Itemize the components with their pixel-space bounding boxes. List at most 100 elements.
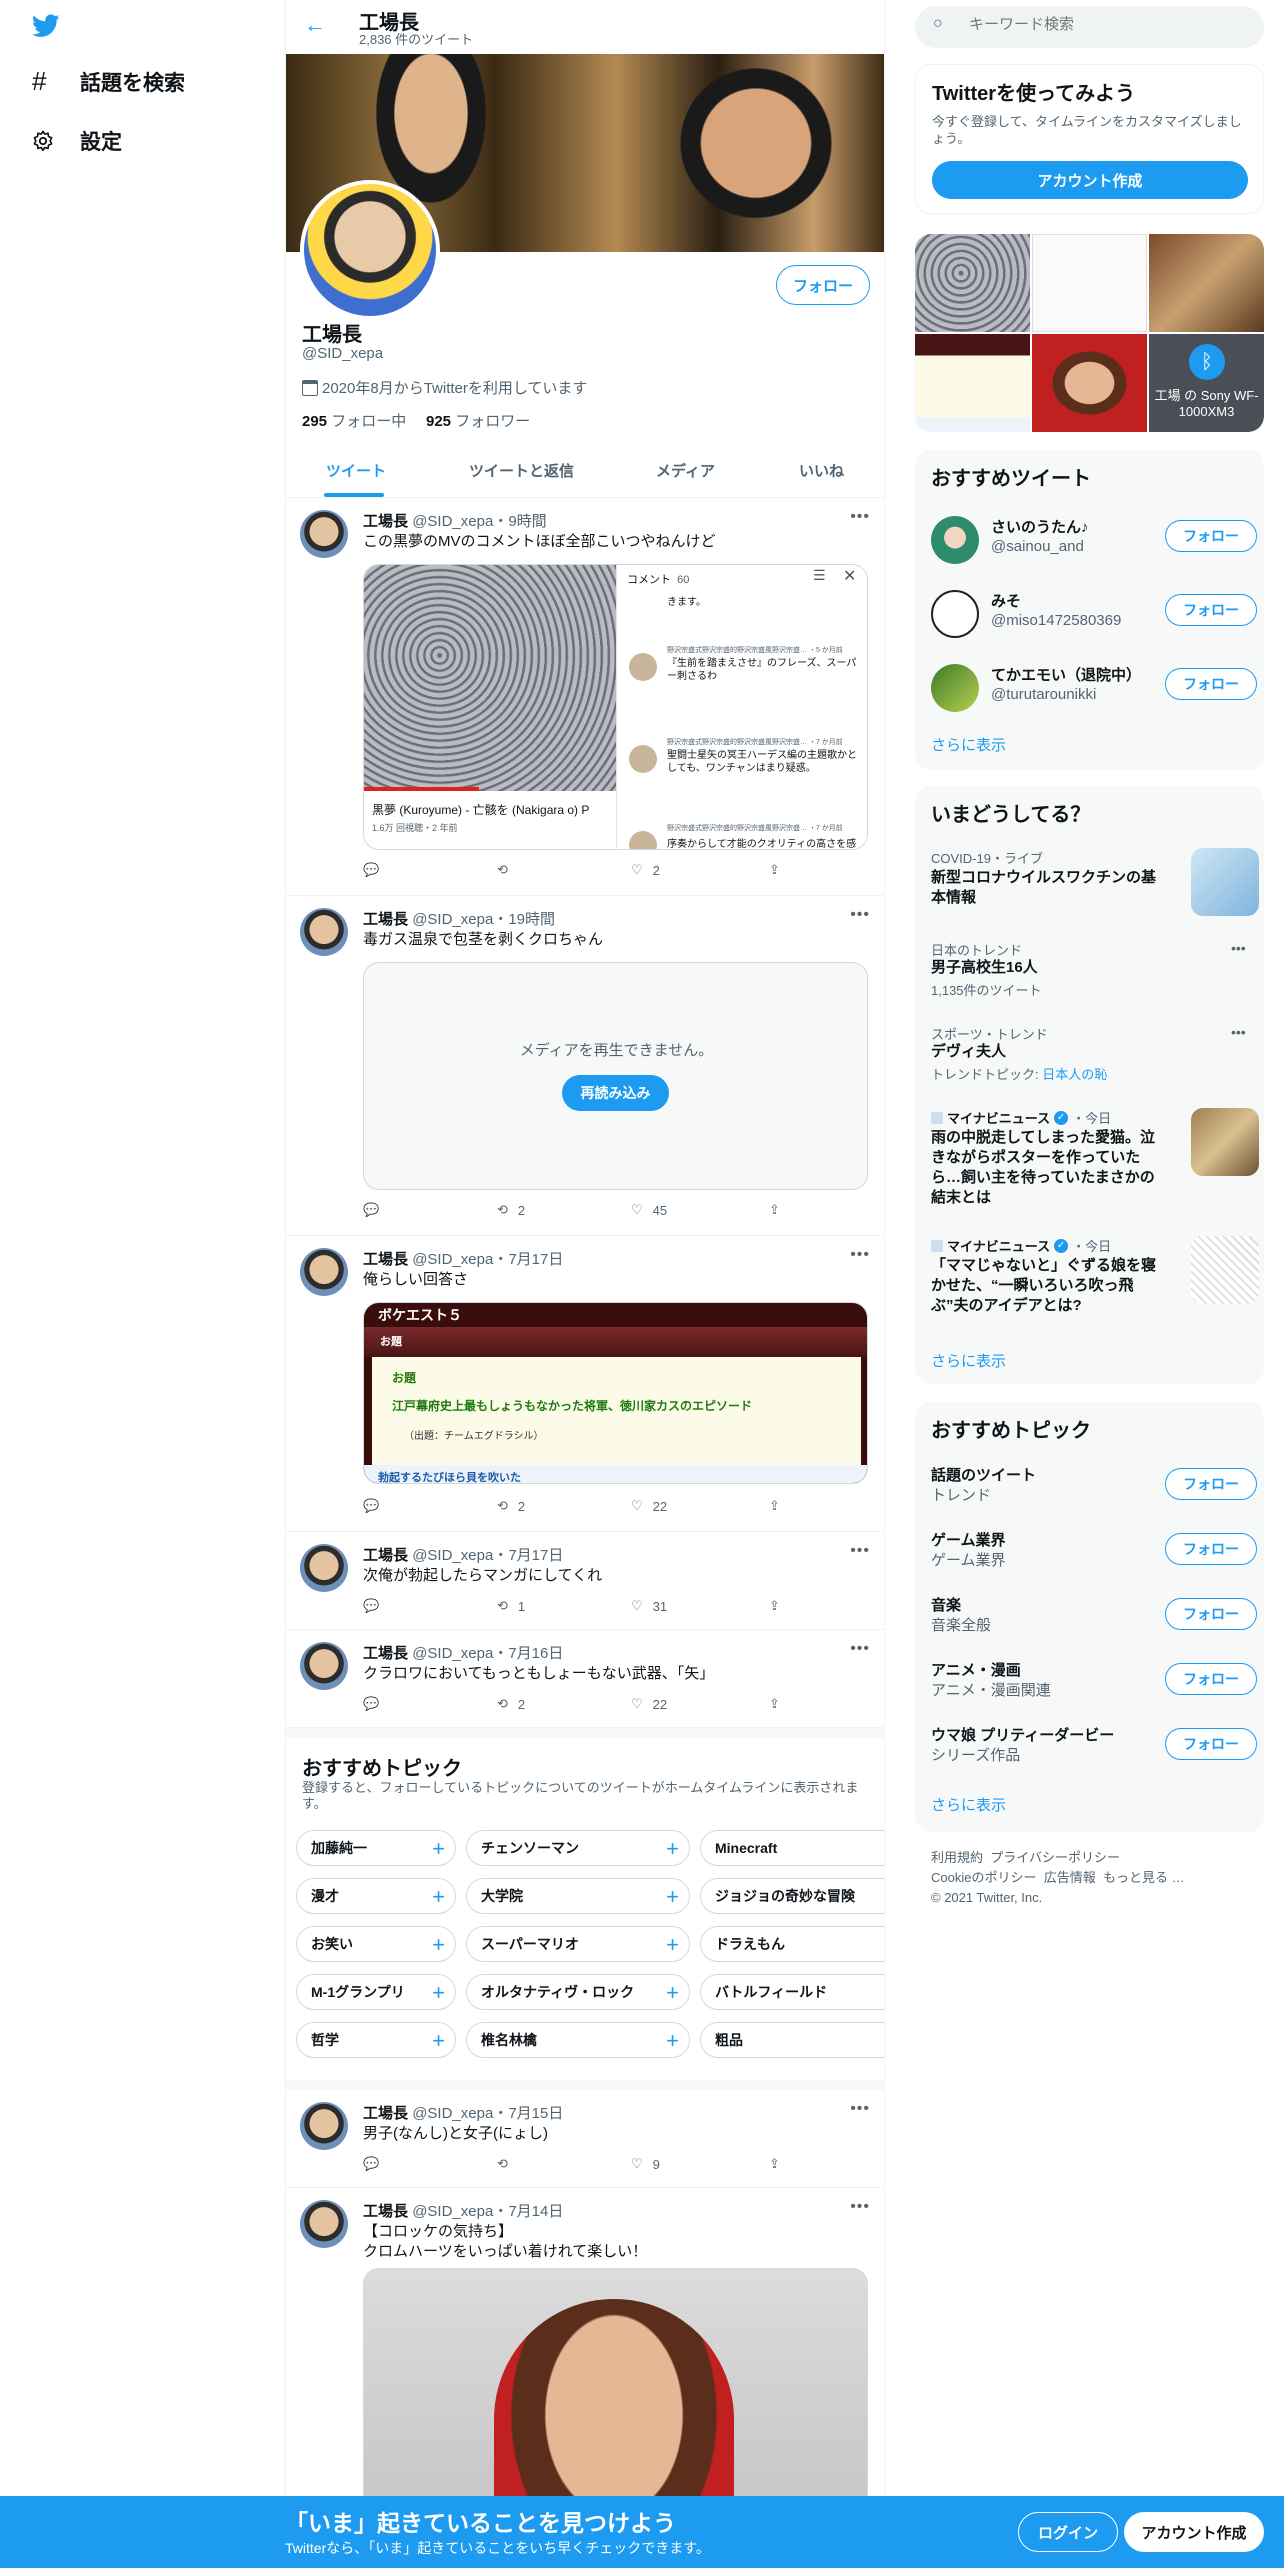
retweet-button[interactable]: ⟲ 2 [497,1498,525,1514]
media-thumb[interactable] [1032,334,1147,432]
user-name[interactable]: てかエモい（退院中） [991,664,1141,685]
share-button[interactable]: ⇪ [769,1598,780,1614]
back-arrow-icon[interactable]: ← [304,12,326,38]
follow-button[interactable]: フォロー [1165,668,1257,700]
share-button[interactable]: ⇪ [769,1202,780,1218]
topic-chip[interactable]: 加藤純一 + [296,1830,456,1866]
follow-button[interactable]: フォロー [1165,1728,1257,1760]
topic-row[interactable]: アニメ・漫画 アニメ・漫画関連 フォロー [931,1657,1257,1709]
reload-button[interactable]: 再読み込み [562,1075,669,1111]
media-thumb[interactable] [1032,234,1147,332]
tweet-author-name[interactable]: 工場長 [363,2105,408,2122]
tweet-author-name[interactable]: 工場長 [363,2203,408,2220]
login-button[interactable]: ログイン [1018,2512,1118,2552]
topic-row[interactable]: ゲーム業界 ゲーム業界 フォロー [931,1527,1257,1579]
topic-chip[interactable]: ドラえもん [700,1926,884,1962]
tweet-author-name[interactable]: 工場長 [363,1645,408,1662]
follow-button[interactable]: フォロー [1165,594,1257,626]
tweet[interactable]: 工場長 @SID_xepa・19時間 ••• 毒ガス温泉で包茎を剥くクロちゃん … [286,896,884,1236]
tweet-author-name[interactable]: 工場長 [363,1251,408,1268]
signup-button[interactable]: アカウント作成 [1124,2512,1264,2552]
more-icon[interactable]: ••• [850,2198,870,2216]
topic-chip[interactable]: Minecraft [700,1830,884,1866]
trend-item[interactable]: COVID-19・ライブ 新型コロナウイルスワクチンの基本情報 [931,848,1259,926]
footer-link[interactable]: Cookieのポリシー [931,1870,1036,1885]
like-button[interactable]: ♡ 45 [631,1202,667,1218]
more-icon[interactable]: ••• [850,508,870,526]
profile-avatar[interactable] [300,180,440,320]
topic-chip[interactable]: バトルフィールド [700,1974,884,2010]
trend-topic-link[interactable]: 日本人の恥 [1042,1067,1107,1082]
reply-button[interactable]: 💬 [363,2156,389,2172]
profile-followers[interactable]: 925 フォロワー [426,410,530,431]
nav-settings[interactable]: 設定 [32,126,122,156]
news-item[interactable]: マイナビニュース ✓ ・今日 「ママじゃないと」ぐずる娘を寝かせた、“一瞬いろい… [931,1236,1259,1326]
tweet-media-image[interactable]: 黒夢 (Kuroyume) - 亡骸を (Nakigara o) P 1.6万 … [363,564,868,850]
media-thumb[interactable] [1149,234,1264,332]
topic-chip[interactable]: チェンソーマン + [466,1830,690,1866]
topic-chip[interactable]: 漫才 + [296,1878,456,1914]
user-row[interactable]: さいのうたん♪ @sainou_and フォロー [931,512,1257,572]
more-icon[interactable]: ••• [850,906,870,924]
like-button[interactable]: ♡ 2 [631,862,660,878]
footer-link[interactable]: もっと見る … [1103,1870,1185,1885]
user-row[interactable]: みそ @miso1472580369 フォロー [931,586,1257,646]
tweet[interactable]: 工場長 @SID_xepa・7月17日 ••• 次俺が勃起したらマンガにしてくれ… [286,1532,884,1630]
retweet-button[interactable]: ⟲ 2 [497,1696,525,1712]
more-icon[interactable]: ••• [850,1542,870,1560]
follow-button[interactable]: フォロー [1165,1533,1257,1565]
topic-chip[interactable]: お笑い + [296,1926,456,1962]
tweet-time[interactable]: 7月17日 [508,1251,563,1268]
more-icon[interactable]: ••• [850,1246,870,1264]
tweet-avatar[interactable] [300,908,348,956]
tweet-media-image[interactable]: ボケエスト５ お題 お題 江戸幕府史上最もしょうもなかった将軍、徳川家カスのエピ… [363,1302,868,1484]
reply-button[interactable]: 💬 [363,1598,389,1614]
user-avatar[interactable] [931,516,979,564]
tweet-time[interactable]: 19時間 [508,911,555,928]
tweet-time[interactable]: 7月16日 [508,1645,563,1662]
topic-row[interactable]: 話題のツイート トレンド フォロー [931,1462,1257,1514]
like-button[interactable]: ♡ 22 [631,1696,667,1712]
retweet-button[interactable]: ⟲ 2 [497,1202,525,1218]
footer-link[interactable]: 広告情報 [1044,1870,1096,1885]
share-button[interactable]: ⇪ [769,2156,780,2172]
retweet-button[interactable]: ⟲ [497,2156,518,2172]
reply-button[interactable]: 💬 [363,1696,389,1712]
trend-item[interactable]: 日本のトレンド 男子高校生16人 1,135件のツイート ••• [931,940,1251,1010]
user-name[interactable]: さいのうたん♪ [991,516,1089,537]
search-input[interactable] [969,16,1249,33]
user-avatar[interactable] [931,590,979,638]
tab-media[interactable]: メディア [656,460,715,481]
tweet-avatar[interactable] [300,2200,348,2248]
more-icon[interactable]: ••• [1231,1024,1246,1040]
follow-button[interactable]: フォロー [1165,1468,1257,1500]
more-icon[interactable]: ••• [1231,940,1246,956]
like-button[interactable]: ♡ 9 [631,2156,660,2172]
topic-chip[interactable]: 椎名林檎 + [466,2022,690,2058]
profile-following[interactable]: 295 フォロー中 [302,410,406,431]
nav-explore[interactable]: # 話題を検索 [32,66,185,97]
tweet[interactable]: 工場長 @SID_xepa・7月15日 ••• 男子(なんし)と女子(にょし) … [286,2090,884,2188]
create-account-button[interactable]: アカウント作成 [932,161,1248,199]
tweet[interactable]: 工場長 @SID_xepa・7月16日 ••• クラロワにおいてもっともしょーも… [286,1630,884,1728]
topic-chip[interactable]: オルタナティヴ・ロック + [466,1974,690,2010]
media-thumb[interactable] [915,334,1030,432]
media-thumb[interactable]: ᛒ 工場 の Sony WF-1000XM3 [1149,334,1264,432]
topic-chip[interactable]: 大学院 + [466,1878,690,1914]
twitter-logo-icon[interactable] [32,14,60,38]
share-button[interactable]: ⇪ [769,1696,780,1712]
topic-chip[interactable]: ジョジョの奇妙な冒険 [700,1878,884,1914]
tweet-avatar[interactable] [300,1544,348,1592]
user-name[interactable]: みそ [991,590,1021,611]
news-item[interactable]: マイナビニュース ✓ ・今日 雨の中脱走してしまった愛猫。泣きながらポスターを作… [931,1108,1259,1226]
like-button[interactable]: ♡ 31 [631,1598,667,1614]
more-icon[interactable]: ••• [850,1640,870,1658]
tweet-avatar[interactable] [300,2102,348,2150]
search-box[interactable]: ○ [915,6,1264,48]
tab-likes[interactable]: いいね [799,460,844,481]
tweet-author-name[interactable]: 工場長 [363,513,408,530]
tweet-avatar[interactable] [300,510,348,558]
tweet-time[interactable]: 7月15日 [508,2105,563,2122]
tweet-author-name[interactable]: 工場長 [363,1547,408,1564]
media-thumb[interactable] [915,234,1030,332]
